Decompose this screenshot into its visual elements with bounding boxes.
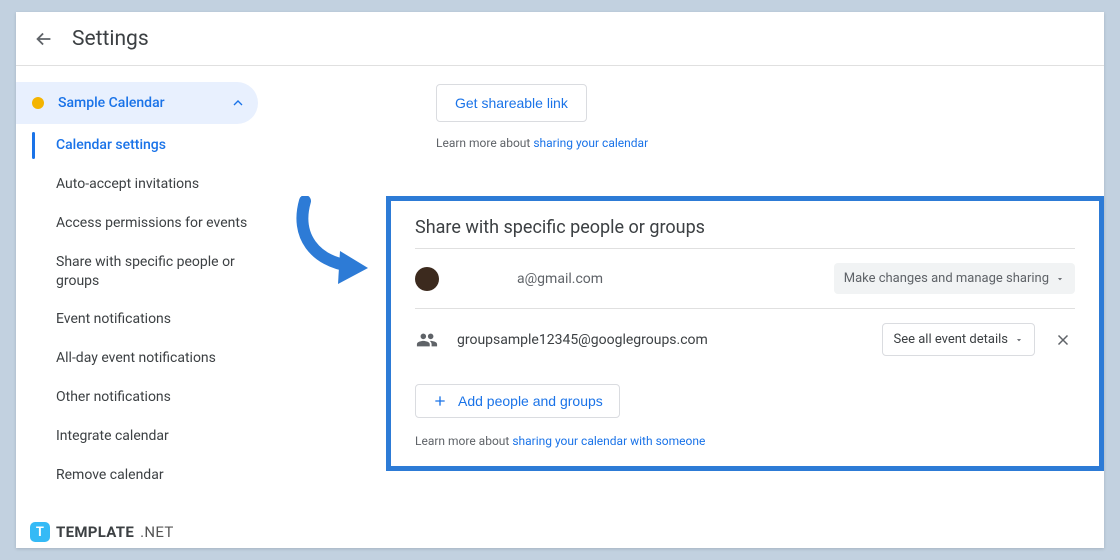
sharing-calendar-link[interactable]: sharing your calendar bbox=[533, 136, 648, 150]
header-bar: Settings bbox=[16, 12, 1104, 66]
page-title: Settings bbox=[72, 27, 149, 51]
calendar-name: Sample Calendar bbox=[58, 95, 165, 111]
main-content: Get shareable link Learn more about shar… bbox=[266, 66, 1104, 548]
sidebar-item-event-notifications[interactable]: Event notifications bbox=[16, 300, 258, 339]
calendar-color-dot-icon bbox=[32, 97, 44, 109]
learn-more-sharing: Learn more about sharing your calendar bbox=[436, 136, 1086, 150]
sidebar-item-access-permissions[interactable]: Access permissions for events bbox=[16, 204, 258, 243]
share-row-owner: a@gmail.com Make changes and manage shar… bbox=[415, 249, 1075, 309]
share-email: groupsample12345@googlegroups.com bbox=[457, 332, 882, 348]
sidebar-item-auto-accept[interactable]: Auto-accept invitations bbox=[16, 165, 258, 204]
chevron-up-icon bbox=[230, 95, 246, 111]
body: Sample Calendar Calendar settings Auto-a… bbox=[16, 66, 1104, 548]
template-logo-icon: T bbox=[30, 522, 50, 542]
app-window: Settings Sample Calendar Calendar settin… bbox=[16, 12, 1104, 548]
plus-icon bbox=[432, 393, 448, 409]
remove-share-button[interactable] bbox=[1051, 331, 1075, 349]
sidebar-item-allday-notifications[interactable]: All-day event notifications bbox=[16, 339, 258, 378]
calendar-collapse-header[interactable]: Sample Calendar bbox=[16, 82, 258, 124]
annotation-arrow-icon bbox=[290, 196, 380, 296]
permission-select-group[interactable]: See all event details bbox=[882, 323, 1035, 356]
watermark: T TEMPLATE.NET bbox=[30, 522, 174, 542]
sidebar-item-calendar-settings[interactable]: Calendar settings bbox=[16, 126, 258, 165]
caret-down-icon bbox=[1055, 274, 1065, 284]
share-section-highlight: Share with specific people or groups a@g… bbox=[386, 196, 1104, 471]
sharing-with-someone-link[interactable]: sharing your calendar with someone bbox=[512, 434, 705, 448]
caret-down-icon bbox=[1014, 335, 1024, 345]
sidebar-item-integrate[interactable]: Integrate calendar bbox=[16, 417, 258, 456]
add-people-button[interactable]: Add people and groups bbox=[415, 384, 620, 418]
avatar bbox=[415, 267, 439, 291]
get-shareable-link-button[interactable]: Get shareable link bbox=[436, 84, 587, 122]
sidebar-item-other-notifications[interactable]: Other notifications bbox=[16, 378, 258, 417]
share-section-title: Share with specific people or groups bbox=[415, 217, 1075, 249]
back-arrow-icon[interactable] bbox=[32, 27, 56, 51]
sidebar-item-share-specific[interactable]: Share with specific people or groups bbox=[16, 243, 258, 301]
share-row-group: groupsample12345@googlegroups.com See al… bbox=[415, 309, 1075, 370]
sidebar: Sample Calendar Calendar settings Auto-a… bbox=[16, 66, 266, 548]
learn-more-share-someone: Learn more about sharing your calendar w… bbox=[415, 434, 1075, 448]
sidebar-nav: Calendar settings Auto-accept invitation… bbox=[16, 126, 258, 495]
permission-select-owner[interactable]: Make changes and manage sharing bbox=[834, 263, 1075, 294]
group-icon bbox=[415, 328, 439, 352]
sidebar-item-remove[interactable]: Remove calendar bbox=[16, 456, 258, 495]
share-email: a@gmail.com bbox=[457, 271, 834, 287]
